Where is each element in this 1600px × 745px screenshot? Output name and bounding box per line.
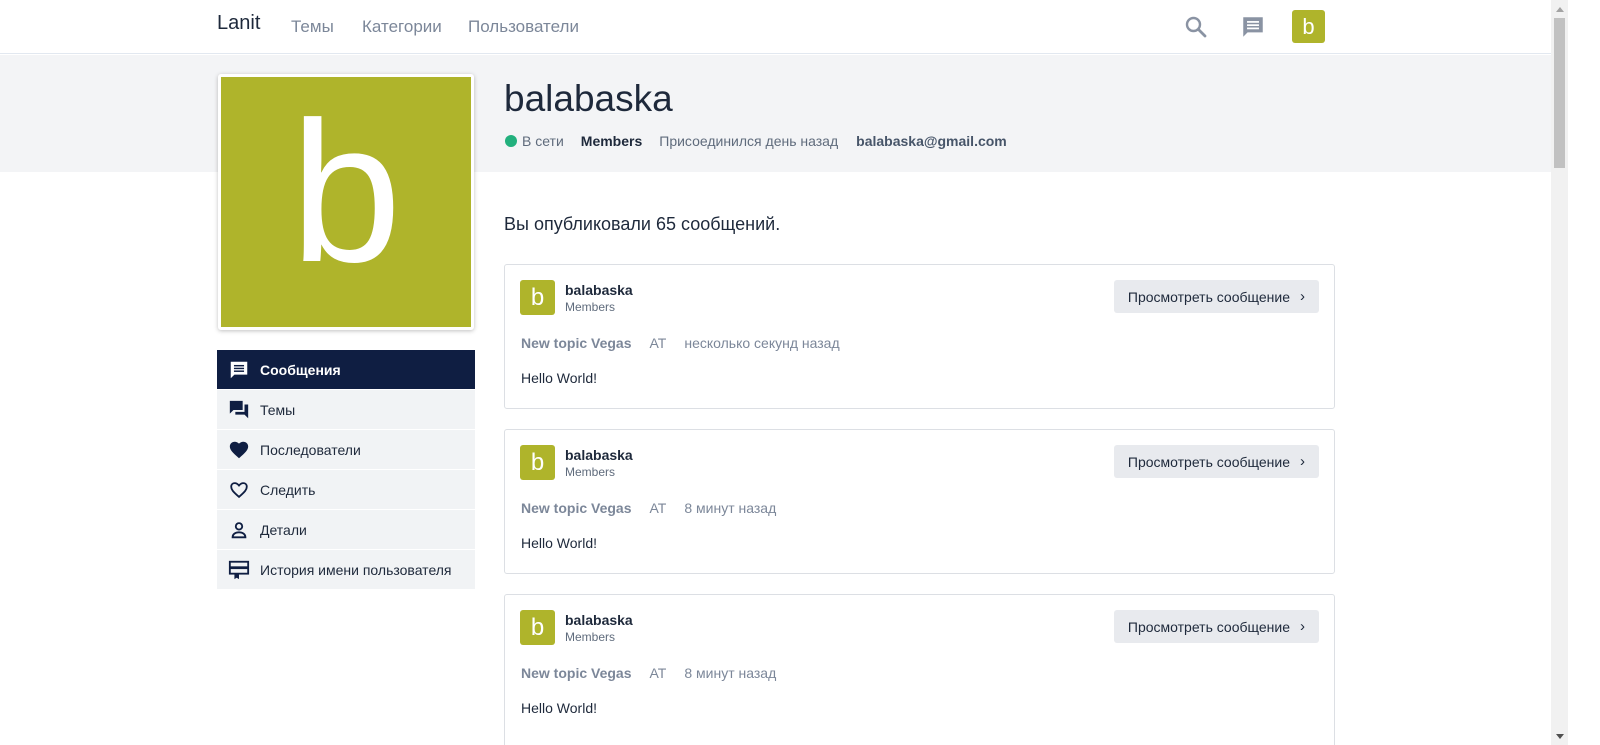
heart-icon (227, 438, 251, 462)
view-post-label: Просмотреть сообщение (1127, 618, 1290, 635)
person-icon (227, 518, 251, 542)
profile-meta: В сети Members Присоединился день назад … (505, 133, 1007, 149)
profile-menu: Сообщения Темы Последователи Следить Дет… (217, 350, 475, 590)
post-topic-link[interactable]: New topic Vegas (521, 335, 631, 351)
post-meta: New topic Vegas AT несколько секунд наза… (521, 335, 840, 351)
nav-link-topics[interactable]: Темы (291, 17, 334, 37)
nav-link-categories[interactable]: Категории (362, 17, 442, 37)
post-topic-link[interactable]: New topic Vegas (521, 665, 631, 681)
forum-icon (227, 398, 251, 422)
menu-item-label: Темы (260, 401, 296, 418)
online-status-text: В сети (522, 133, 564, 149)
scroll-up-arrow-icon[interactable] (1551, 0, 1568, 17)
post-author-group: Members (565, 465, 616, 479)
post-timestamp[interactable]: 8 минут назад (684, 500, 776, 516)
menu-item-posts[interactable]: Сообщения (217, 350, 475, 389)
post-timestamp[interactable]: 8 минут назад (684, 665, 776, 681)
joined-date: Присоединился день назад (659, 133, 839, 149)
chat-icon (227, 358, 251, 382)
profile-avatar: b (218, 74, 474, 330)
posts-summary: Вы опубликовали 65 сообщений. (504, 214, 781, 234)
view-post-label: Просмотреть сообщение (1127, 453, 1290, 470)
view-post-button[interactable]: Просмотреть сообщение › (1113, 610, 1319, 643)
menu-item-label: Последователи (260, 441, 361, 458)
post-body: Hello World! (521, 700, 597, 716)
post-meta: New topic Vegas AT 8 минут назад (521, 500, 776, 516)
post-card: b balabaska Members Просмотреть сообщени… (504, 594, 1335, 745)
menu-item-topics[interactable]: Темы (217, 390, 475, 429)
post-author-avatar[interactable]: b (520, 445, 555, 480)
view-post-label: Просмотреть сообщение (1127, 288, 1290, 305)
card-icon (227, 558, 251, 582)
post-author-avatar[interactable]: b (520, 280, 555, 315)
post-author-group: Members (565, 630, 616, 644)
chat-icon[interactable] (1238, 12, 1268, 42)
menu-item-following[interactable]: Следить (217, 470, 475, 509)
view-post-button[interactable]: Просмотреть сообщение › (1113, 445, 1319, 478)
menu-item-details[interactable]: Детали (217, 510, 475, 549)
post-body: Hello World! (521, 370, 597, 386)
post-card: b balabaska Members Просмотреть сообщени… (504, 264, 1335, 409)
post-author-name[interactable]: balabaska (565, 447, 633, 463)
top-navbar: Lanit Темы Категории Пользователи b (0, 0, 1568, 54)
chevron-right-icon: › (1300, 288, 1305, 305)
post-body: Hello World! (521, 535, 597, 551)
post-topic-link[interactable]: New topic Vegas (521, 500, 631, 516)
nav-link-users[interactable]: Пользователи (468, 17, 579, 37)
post-at: AT (649, 500, 667, 516)
search-icon[interactable] (1181, 12, 1211, 42)
post-author-avatar[interactable]: b (520, 610, 555, 645)
online-status-dot (505, 135, 517, 147)
user-email: balabaska@gmail.com (856, 133, 1007, 149)
menu-item-label: История имени пользователя (260, 561, 452, 578)
scrollbar-thumb[interactable] (1554, 18, 1565, 168)
menu-item-username-history[interactable]: История имени пользователя (217, 550, 475, 589)
menu-item-followers[interactable]: Последователи (217, 430, 475, 469)
post-author-name[interactable]: balabaska (565, 612, 633, 628)
page-scrollbar[interactable] (1551, 0, 1568, 745)
chevron-right-icon: › (1300, 618, 1305, 635)
post-author-group: Members (565, 300, 616, 314)
menu-item-label: Детали (260, 521, 307, 538)
chevron-right-icon: › (1300, 453, 1305, 470)
post-author-name[interactable]: balabaska (565, 282, 633, 298)
brand-logo[interactable]: Lanit (217, 12, 260, 35)
user-avatar[interactable]: b (1292, 10, 1325, 43)
post-at: AT (649, 665, 667, 681)
user-group-link[interactable]: Members (581, 133, 642, 149)
post-card: b balabaska Members Просмотреть сообщени… (504, 429, 1335, 574)
view-post-button[interactable]: Просмотреть сообщение › (1113, 280, 1319, 313)
post-timestamp[interactable]: несколько секунд назад (684, 335, 839, 351)
post-meta: New topic Vegas AT 8 минут назад (521, 665, 776, 681)
profile-username: balabaska (504, 78, 673, 119)
heart-outline-icon (227, 478, 251, 502)
menu-item-label: Следить (260, 481, 316, 498)
post-at: AT (649, 335, 667, 351)
scroll-down-arrow-icon[interactable] (1551, 728, 1568, 745)
menu-item-label: Сообщения (260, 361, 341, 378)
